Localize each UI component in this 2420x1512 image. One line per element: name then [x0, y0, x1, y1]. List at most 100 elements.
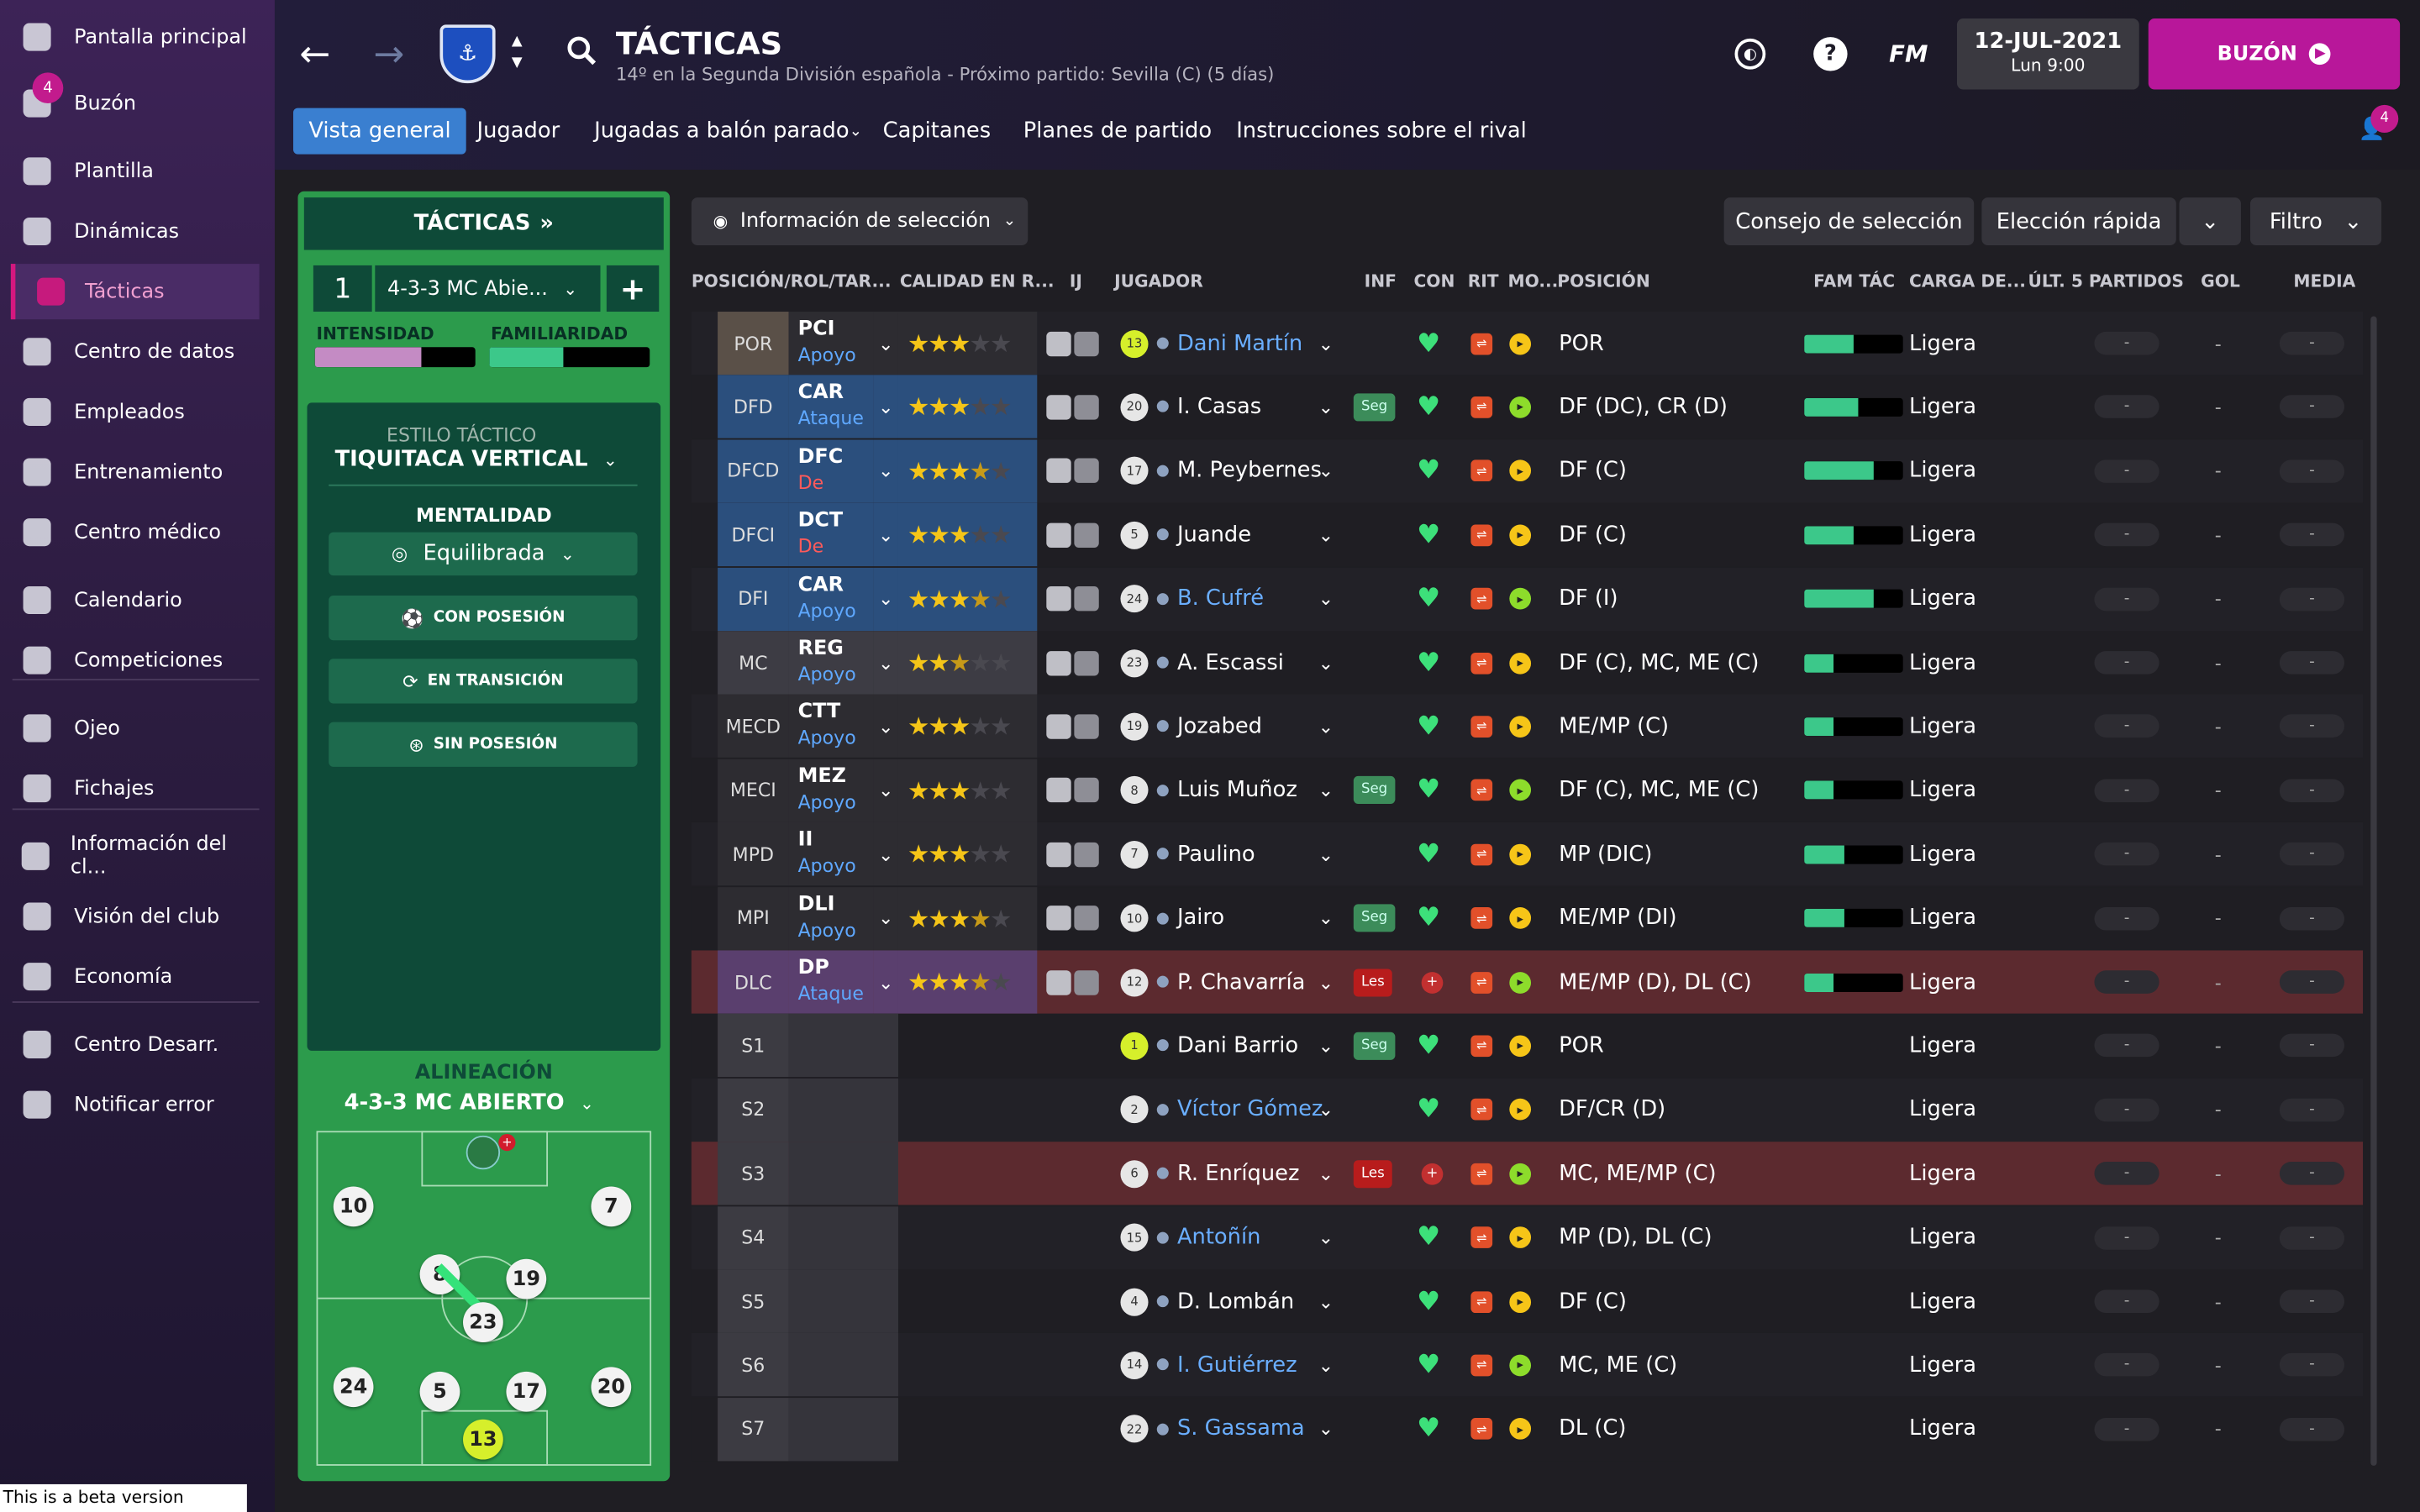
formation-select[interactable]: 4-3-3 MC Abie... ⌄	[375, 265, 601, 312]
table-row[interactable]: POR PCI Apoyo ⌄ ★ ★ ★ ★ ★ 13 ● Dani Martín ⌄ ♥ ⇌ ▸ POR Li…	[691, 312, 2364, 375]
role-cell[interactable]: MEZ Apoyo	[788, 759, 874, 822]
player-cell[interactable]: 12 ● P. Chavarría	[1120, 950, 1305, 1013]
column-header-7[interactable]: MO...	[1507, 271, 1558, 291]
info-badge[interactable]: Seg	[1353, 759, 1396, 822]
player-cell[interactable]: 4 ● D. Lombán	[1120, 1270, 1294, 1333]
player-attribute-icons[interactable]	[1046, 759, 1099, 822]
player-attribute-icons[interactable]	[1046, 950, 1099, 1013]
pitch-player-23[interactable]: 23	[463, 1302, 503, 1342]
player-attribute-icons[interactable]	[1046, 631, 1099, 694]
player-menu-chevron-icon[interactable]: ⌄	[1318, 886, 1334, 949]
player-cell[interactable]: 14 ● I. Gutiérrez	[1120, 1334, 1297, 1397]
player-menu-chevron-icon[interactable]: ⌄	[1318, 312, 1334, 375]
player-attribute-icons[interactable]	[1046, 695, 1099, 758]
column-header-4[interactable]: INF	[1365, 271, 1397, 291]
player-cell[interactable]: 13 ● Dani Martín	[1120, 312, 1302, 375]
table-scrollbar[interactable]	[2370, 316, 2377, 1466]
club-badge-icon[interactable]: ⚓	[439, 24, 496, 84]
position-slot[interactable]: MECI	[718, 759, 789, 822]
pitch-player-24[interactable]: 24	[333, 1367, 374, 1408]
player-attribute-icons[interactable]	[1046, 439, 1099, 502]
position-slot[interactable]: S3	[718, 1142, 789, 1205]
column-header-9[interactable]: FAM TÁC	[1813, 271, 1895, 291]
staff-notifications-icon[interactable]: 👤 4	[2359, 104, 2399, 149]
column-header-11[interactable]: ÚLT. 5 PARTIDOS	[2028, 271, 2184, 291]
tactics-panel-header[interactable]: TÁCTICAS »	[303, 197, 664, 250]
in-transition-button[interactable]: ⟳ EN TRANSICIÓN	[329, 659, 638, 704]
player-attribute-icons[interactable]	[1046, 312, 1099, 375]
role-cell[interactable]: PCI Apoyo	[788, 312, 874, 375]
tab-1[interactable]: Jugador	[461, 108, 575, 155]
role-chevron-icon[interactable]: ⌄	[873, 312, 898, 375]
player-cell[interactable]: 7 ● Paulino	[1120, 822, 1255, 885]
player-cell[interactable]: 6 ● R. Enríquez	[1120, 1142, 1299, 1205]
player-cell[interactable]: 8 ● Luis Muñoz	[1120, 759, 1297, 822]
player-name[interactable]: Jairo	[1177, 906, 1224, 930]
player-menu-chevron-icon[interactable]: ⌄	[1318, 439, 1334, 502]
player-cell[interactable]: 5 ● Juande	[1120, 503, 1251, 566]
tab-0[interactable]: Vista general	[292, 108, 467, 155]
player-menu-chevron-icon[interactable]: ⌄	[1318, 375, 1334, 438]
player-menu-chevron-icon[interactable]: ⌄	[1318, 950, 1334, 1013]
role-chevron-icon[interactable]: ⌄	[873, 439, 898, 503]
player-name[interactable]: Juande	[1177, 522, 1251, 547]
sidebar-item-13[interactable]: Información del cl...	[0, 828, 260, 884]
sidebar-item-0[interactable]: Pantalla principal	[0, 9, 260, 65]
player-cell[interactable]: 22 ● S. Gassama	[1120, 1398, 1305, 1461]
player-menu-chevron-icon[interactable]: ⌄	[1318, 567, 1334, 630]
table-row[interactable]: MECD CTT Apoyo ⌄ ★ ★ ★ ★ ★ 19 ● Jozabed ⌄ ♥ ⇌ ▸ ME/MP (C…	[691, 695, 2364, 759]
role-chevron-icon[interactable]: ⌄	[873, 503, 898, 567]
player-cell[interactable]: 24 ● B. Cufré	[1120, 567, 1264, 630]
table-row[interactable]: MECI MEZ Apoyo ⌄ ★ ★ ★ ★ ★ 8 ● Luis Muñoz ⌄ Seg ♥ ⇌ ▸ DF …	[691, 759, 2364, 822]
role-cell[interactable]: DFC De	[788, 439, 874, 503]
role-cell[interactable]: DCT De	[788, 503, 874, 567]
player-name[interactable]: M. Peybernes	[1177, 459, 1322, 483]
sidebar-item-17[interactable]: Notificar error	[0, 1077, 260, 1132]
style-select[interactable]: TIQUITACA VERTICAL ⌄	[335, 448, 629, 472]
position-slot[interactable]: MC	[718, 631, 789, 695]
role-chevron-icon[interactable]: ⌄	[873, 886, 898, 950]
world-icon[interactable]: ◐	[1734, 38, 1766, 70]
player-name[interactable]: Jozabed	[1177, 714, 1262, 738]
tab-4[interactable]: Planes de partido	[1007, 108, 1227, 155]
role-chevron-icon[interactable]: ⌄	[873, 822, 898, 886]
sidebar-item-16[interactable]: Centro Desarr.	[0, 1016, 260, 1072]
tab-5[interactable]: Instrucciones sobre el rival	[1221, 108, 1542, 155]
in-possession-button[interactable]: ⚽ CON POSESIÓN	[329, 595, 638, 641]
player-menu-chevron-icon[interactable]: ⌄	[1318, 695, 1334, 758]
pitch-player-10[interactable]: 10	[333, 1186, 374, 1227]
player-cell[interactable]: 2 ● Víctor Gómez	[1120, 1079, 1323, 1142]
role-chevron-icon[interactable]: ⌄	[873, 950, 898, 1014]
player-cell[interactable]: 15 ● Antoñín	[1120, 1206, 1260, 1269]
table-row[interactable]: MPI DLI Apoyo ⌄ ★ ★ ★ ★ ★ 10 ● Jairo ⌄ Seg ♥ ⇌ ▸ ME/MP (D…	[691, 886, 2364, 950]
position-slot[interactable]: MPI	[718, 886, 789, 950]
player-menu-chevron-icon[interactable]: ⌄	[1318, 1398, 1334, 1461]
player-name[interactable]: Dani Martín	[1177, 331, 1302, 355]
position-slot[interactable]: MECD	[718, 695, 789, 759]
column-header-12[interactable]: GOL	[2201, 271, 2240, 291]
player-menu-chevron-icon[interactable]: ⌄	[1318, 631, 1334, 694]
position-slot[interactable]: DFI	[718, 567, 789, 631]
column-header-10[interactable]: CARGA DE...	[1909, 271, 2026, 291]
player-name[interactable]: Paulino	[1177, 842, 1255, 866]
player-menu-chevron-icon[interactable]: ⌄	[1318, 1014, 1334, 1077]
selection-advice-button[interactable]: Consejo de selección	[1723, 197, 1975, 246]
player-name[interactable]: Antoñín	[1177, 1226, 1260, 1250]
search-icon[interactable]	[565, 34, 598, 67]
tab-2[interactable]: Jugadas a balón parado ⌄	[579, 108, 878, 155]
player-name[interactable]: I. Casas	[1177, 395, 1261, 419]
player-menu-chevron-icon[interactable]: ⌄	[1318, 1079, 1334, 1142]
player-attribute-icons[interactable]	[1046, 886, 1099, 949]
tactic-slot[interactable]: 1	[313, 265, 372, 312]
column-header-0[interactable]: POSICIÓN/ROL/TAR...	[692, 271, 892, 291]
player-cell[interactable]: 10 ● Jairo	[1120, 886, 1224, 949]
player-menu-chevron-icon[interactable]: ⌄	[1318, 822, 1334, 885]
pitch-player-5[interactable]: 5	[419, 1371, 460, 1412]
quick-pick-chevron[interactable]: ⌄	[2179, 197, 2241, 246]
table-row[interactable]: DFCI DCT De ⌄ ★ ★ ★ ★ ★ 5 ● Juande ⌄ ♥ ⇌ ▸ DF (C) Ligera -…	[691, 503, 2364, 567]
pitch-player-7[interactable]: 7	[591, 1186, 632, 1227]
player-menu-chevron-icon[interactable]: ⌄	[1318, 759, 1334, 822]
role-cell[interactable]: DLI Apoyo	[788, 886, 874, 950]
column-header-1[interactable]: CALIDAD EN R...	[900, 271, 1055, 291]
sidebar-item-1[interactable]: Buzón 4	[0, 72, 260, 131]
